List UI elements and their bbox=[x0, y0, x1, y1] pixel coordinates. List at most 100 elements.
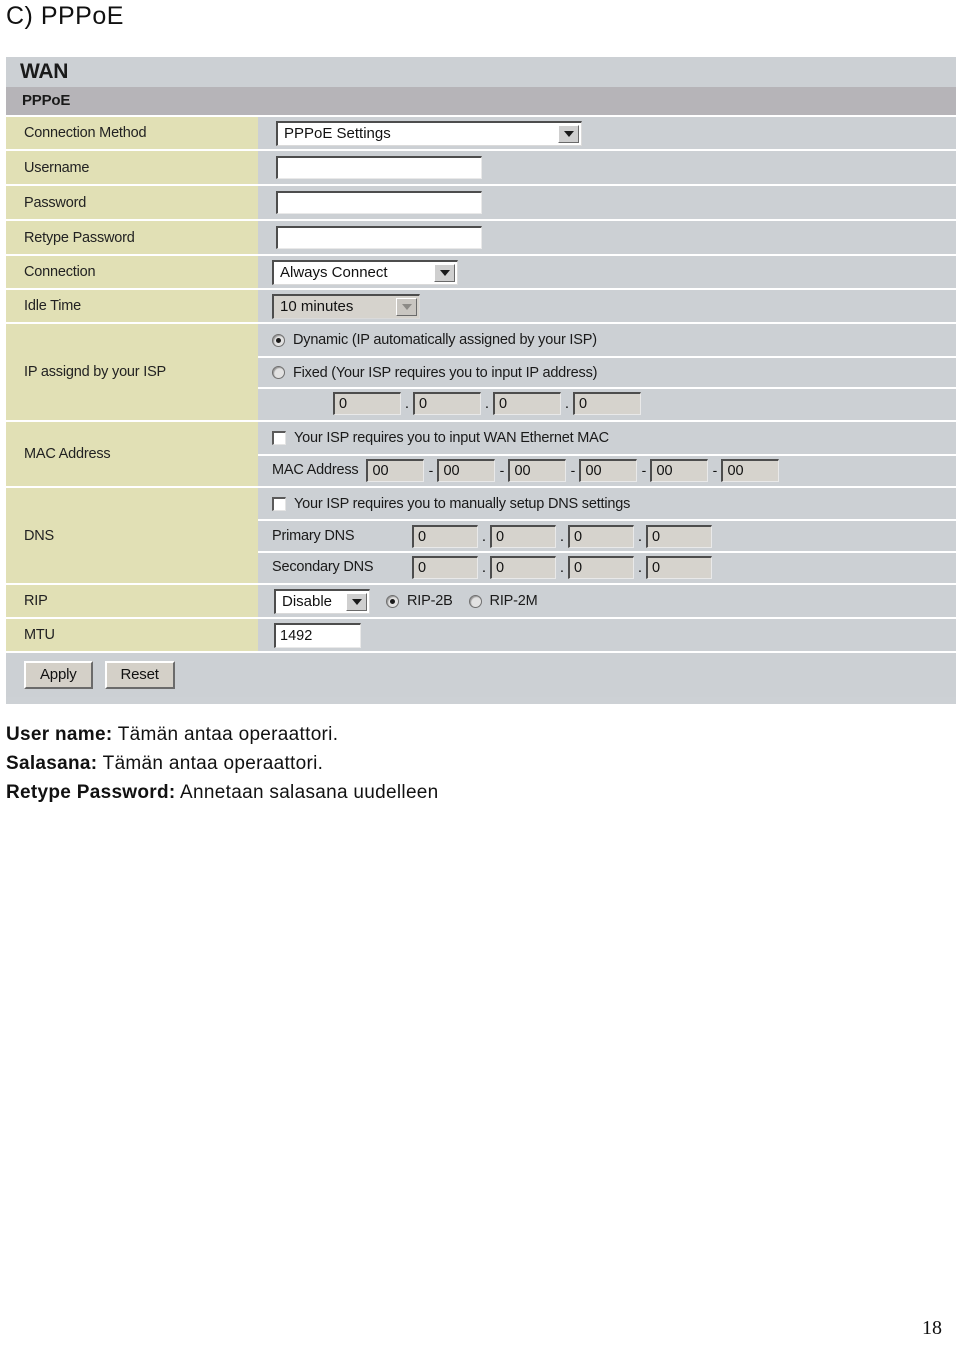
octet-separator: . bbox=[559, 558, 565, 576]
password-input[interactable] bbox=[276, 191, 482, 214]
label-ip-fixed: Fixed (Your ISP requires you to input IP… bbox=[293, 364, 598, 381]
note-key: Retype Password: bbox=[6, 782, 176, 803]
field-connection-method: PPPoE Settings bbox=[258, 117, 956, 149]
label-rip-2b: RIP-2B bbox=[407, 593, 453, 609]
mac-octet-2[interactable] bbox=[437, 458, 496, 482]
row-retype-password: Retype Password bbox=[6, 219, 956, 254]
primary-dns-octet-3[interactable] bbox=[568, 524, 634, 548]
chevron-down-icon[interactable] bbox=[558, 124, 579, 143]
label-password: Password bbox=[6, 186, 258, 219]
label-mtu: MTU bbox=[6, 619, 258, 651]
mac-octet-4[interactable] bbox=[579, 458, 638, 482]
rip-select[interactable]: Disable bbox=[274, 588, 370, 614]
row-connection-method: Connection Method PPPoE Settings bbox=[6, 115, 956, 149]
field-idle-time: 10 minutes bbox=[258, 290, 956, 322]
chevron-down-icon[interactable] bbox=[434, 263, 455, 282]
label-dns: DNS bbox=[6, 488, 258, 583]
mac-octet-1[interactable] bbox=[366, 458, 425, 482]
notes-block: User name: Tämän antaa operaattori. Sala… bbox=[6, 720, 766, 807]
idle-time-select[interactable]: 10 minutes bbox=[272, 293, 420, 319]
primary-dns-row: Primary DNS . . . bbox=[258, 519, 956, 551]
mac-separator: - bbox=[570, 462, 576, 478]
secondary-dns-octet-2[interactable] bbox=[490, 555, 556, 579]
label-connection-method: Connection Method bbox=[6, 117, 258, 149]
label-username: Username bbox=[6, 151, 258, 184]
ip-octets-row: . . . bbox=[258, 387, 956, 418]
octet-separator: . bbox=[564, 395, 570, 412]
row-password: Password bbox=[6, 184, 956, 219]
mtu-input[interactable] bbox=[274, 622, 361, 648]
primary-dns-octet-1[interactable] bbox=[412, 524, 478, 548]
radio-rip-2b[interactable] bbox=[386, 594, 399, 608]
field-rip: Disable RIP-2B RIP-2M bbox=[258, 585, 956, 617]
idle-time-value: 10 minutes bbox=[280, 298, 354, 315]
secondary-dns-octet-3[interactable] bbox=[568, 555, 634, 579]
octet-separator: . bbox=[637, 558, 643, 576]
field-mac-address: Your ISP requires you to input WAN Ether… bbox=[258, 422, 956, 486]
mac-octets-row: MAC Address - - - - - bbox=[258, 454, 956, 484]
note-key: Salasana: bbox=[6, 753, 98, 774]
row-mac-address: MAC Address Your ISP requires you to inp… bbox=[6, 420, 956, 486]
mac-checkbox-row[interactable]: Your ISP requires you to input WAN Ether… bbox=[258, 422, 956, 454]
ip-assign-dynamic-row[interactable]: Dynamic (IP automatically assigned by yo… bbox=[258, 324, 956, 356]
username-input[interactable] bbox=[276, 156, 482, 179]
label-wan-mac-checkbox: Your ISP requires you to input WAN Ether… bbox=[294, 430, 609, 446]
ip-octet-2[interactable] bbox=[413, 392, 481, 415]
note-text: Annetaan salasana uudelleen bbox=[175, 782, 439, 803]
checkbox-wan-mac[interactable] bbox=[272, 431, 286, 445]
page-title: C) PPPoE bbox=[6, 2, 124, 30]
field-username bbox=[258, 151, 956, 184]
note-text: Tämän antaa operaattori. bbox=[112, 724, 339, 745]
label-primary-dns: Primary DNS bbox=[272, 528, 355, 544]
field-retype-password bbox=[258, 221, 956, 254]
reset-button[interactable]: Reset bbox=[104, 661, 175, 689]
dns-checkbox-row[interactable]: Your ISP requires you to manually setup … bbox=[258, 488, 956, 519]
connection-method-select[interactable]: PPPoE Settings bbox=[276, 120, 582, 146]
primary-dns-octet-4[interactable] bbox=[646, 524, 712, 548]
radio-ip-dynamic[interactable] bbox=[272, 333, 285, 347]
secondary-dns-octet-1[interactable] bbox=[412, 555, 478, 579]
rip-value: Disable bbox=[282, 593, 333, 610]
label-rip-2m: RIP-2M bbox=[489, 593, 538, 609]
note-key: User name: bbox=[6, 724, 113, 745]
checkbox-manual-dns[interactable] bbox=[272, 496, 286, 511]
mac-separator: - bbox=[712, 462, 718, 478]
octet-separator: . bbox=[559, 527, 565, 545]
retype-password-input[interactable] bbox=[276, 226, 482, 249]
field-connection: Always Connect bbox=[258, 256, 956, 288]
chevron-down-icon[interactable] bbox=[396, 297, 417, 316]
field-password bbox=[258, 186, 956, 219]
label-retype-password: Retype Password bbox=[6, 221, 258, 254]
router-config-panel: WAN PPPoE Connection Method PPPoE Settin… bbox=[6, 57, 956, 704]
note-line: Retype Password: Annetaan salasana uudel… bbox=[6, 778, 766, 807]
label-mac-address: MAC Address bbox=[6, 422, 258, 486]
primary-dns-octet-2[interactable] bbox=[490, 524, 556, 548]
chevron-down-icon[interactable] bbox=[346, 592, 367, 611]
row-dns: DNS Your ISP requires you to manually se… bbox=[6, 486, 956, 583]
ip-octet-1[interactable] bbox=[333, 392, 401, 415]
mac-octet-6[interactable] bbox=[721, 458, 780, 482]
label-mac-address-field: MAC Address bbox=[272, 462, 359, 478]
secondary-dns-octet-4[interactable] bbox=[646, 555, 712, 579]
label-ip-dynamic: Dynamic (IP automatically assigned by yo… bbox=[293, 332, 597, 348]
mac-separator: - bbox=[499, 462, 505, 478]
apply-button[interactable]: Apply bbox=[24, 661, 93, 689]
octet-separator: . bbox=[404, 395, 410, 412]
mac-octet-5[interactable] bbox=[650, 458, 709, 482]
connection-select[interactable]: Always Connect bbox=[272, 259, 458, 285]
radio-rip-2m[interactable] bbox=[468, 594, 482, 608]
octet-separator: . bbox=[637, 527, 643, 545]
secondary-dns-row: Secondary DNS . . . bbox=[258, 551, 956, 581]
ip-octet-4[interactable] bbox=[573, 392, 641, 415]
label-manual-dns-checkbox: Your ISP requires you to manually setup … bbox=[294, 495, 631, 512]
radio-ip-fixed[interactable] bbox=[272, 366, 285, 379]
mac-octet-3[interactable] bbox=[508, 458, 567, 482]
field-mtu bbox=[258, 619, 956, 651]
note-line: Salasana: Tämän antaa operaattori. bbox=[6, 749, 766, 778]
label-ip-assign: IP assignd by your ISP bbox=[6, 324, 258, 420]
form-button-bar: Apply Reset bbox=[6, 651, 956, 697]
ip-assign-fixed-row[interactable]: Fixed (Your ISP requires you to input IP… bbox=[258, 356, 956, 387]
row-connection: Connection Always Connect bbox=[6, 254, 956, 288]
ip-octet-3[interactable] bbox=[493, 392, 561, 415]
note-text: Tämän antaa operaattori. bbox=[97, 753, 324, 774]
